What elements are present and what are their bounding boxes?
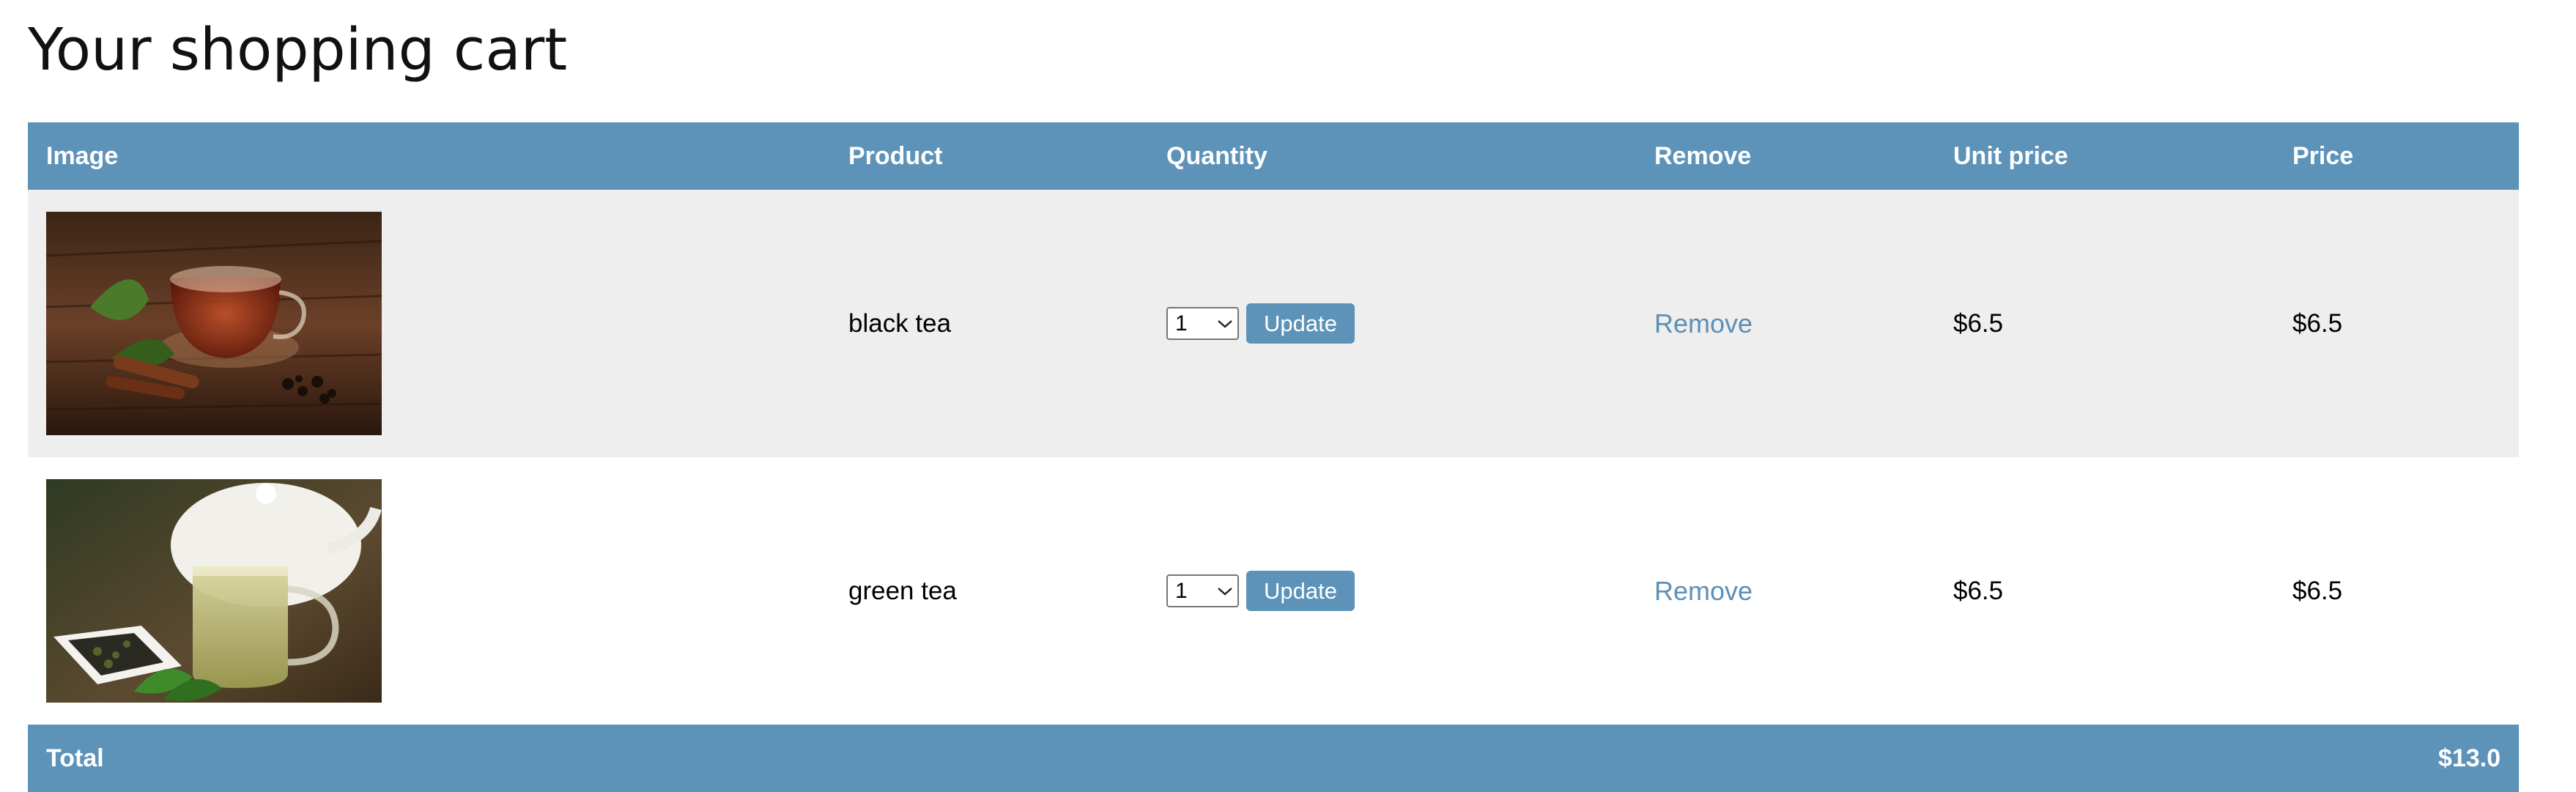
- column-header-product: Product: [848, 141, 943, 170]
- update-button[interactable]: Update: [1246, 303, 1355, 344]
- unit-price: $6.5: [1953, 308, 2004, 338]
- quantity-value: 1: [1175, 311, 1188, 336]
- update-button[interactable]: Update: [1246, 571, 1355, 611]
- remove-cell: Remove: [1636, 190, 1935, 457]
- quantity-select[interactable]: 1: [1166, 307, 1239, 340]
- image-cell: [28, 190, 830, 457]
- product-name: green tea: [848, 576, 957, 605]
- quantity-cell: 1 Update: [1148, 190, 1636, 457]
- product-name: black tea: [848, 308, 952, 338]
- remove-cell: Remove: [1636, 457, 1935, 725]
- cart-header-row: Image Product Quantity Remove Unit price…: [28, 122, 2519, 190]
- table-row: green tea 1 Update Remove $6.5 $6.5: [28, 457, 2519, 725]
- table-row: black tea 1 Update Remove $6.5 $6.5: [28, 190, 2519, 457]
- quantity-cell: 1 Update: [1148, 457, 1636, 725]
- unit-price: $6.5: [1953, 576, 2004, 605]
- total-value: $13.0: [2438, 744, 2501, 772]
- total-label: Total: [46, 744, 104, 772]
- remove-link[interactable]: Remove: [1654, 576, 1753, 606]
- chevron-down-icon: [1213, 307, 1237, 340]
- price: $6.5: [2292, 576, 2343, 605]
- column-header-quantity: Quantity: [1166, 141, 1267, 170]
- black-tea-image: [46, 212, 382, 435]
- chevron-down-icon: [1213, 574, 1237, 607]
- cart-total-row: Total $13.0: [28, 725, 2519, 792]
- cart-table: Image Product Quantity Remove Unit price…: [28, 122, 2519, 792]
- column-header-image: Image: [46, 141, 119, 170]
- image-cell: [28, 457, 830, 725]
- quantity-select[interactable]: 1: [1166, 574, 1239, 607]
- quantity-value: 1: [1175, 578, 1188, 603]
- price: $6.5: [2292, 308, 2343, 338]
- remove-link[interactable]: Remove: [1654, 308, 1753, 338]
- page-title: Your shopping cart: [28, 16, 568, 84]
- green-tea-image: [46, 479, 382, 703]
- column-header-unit-price: Unit price: [1953, 141, 2068, 170]
- column-header-remove: Remove: [1654, 141, 1752, 170]
- column-header-price: Price: [2292, 141, 2354, 170]
